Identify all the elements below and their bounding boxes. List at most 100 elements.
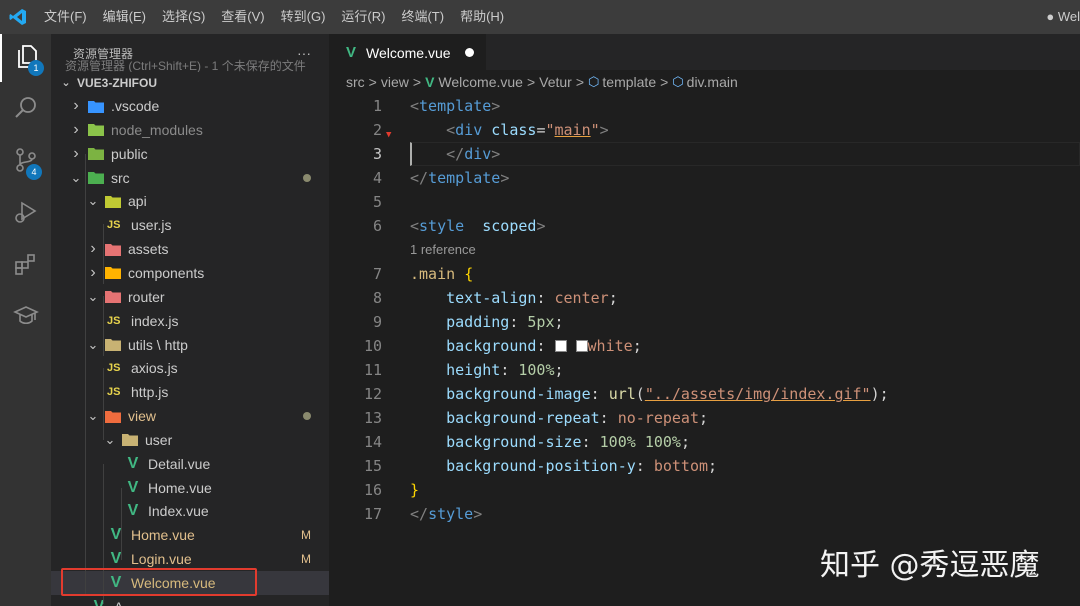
chevron-right-icon: > [660, 74, 669, 90]
git-status-badge: M [301, 528, 311, 543]
menu-item[interactable]: 文件(F) [36, 0, 95, 34]
components-folder-icon [104, 266, 122, 280]
tree-item-label: router [128, 288, 165, 305]
git-status-badge: M [301, 552, 311, 567]
remote-activity[interactable] [0, 294, 51, 342]
code-text: background-size: 100% 100%; [446, 433, 690, 451]
chevron-right-icon: > [526, 74, 536, 90]
tree-item-label: Home.vue [148, 479, 212, 496]
tree-folder[interactable]: › components [51, 261, 329, 285]
line-number: 2 [372, 121, 382, 139]
run-debug-activity[interactable] [0, 190, 51, 238]
tree-file[interactable]: V Index.vue [51, 499, 329, 523]
code-line: 5 [330, 190, 1080, 214]
code-text: background-position-y: bottom; [446, 457, 718, 475]
menu-item[interactable]: 帮助(H) [452, 0, 512, 34]
vue-file-icon: V [110, 550, 122, 568]
tree-folder[interactable]: ⌄ router [51, 285, 329, 309]
breadcrumb-src[interactable]: src [346, 74, 365, 90]
tree-folder[interactable]: ⌄ view [51, 404, 329, 428]
tree-file[interactable]: V Detail.vue [51, 452, 329, 476]
more-actions-button[interactable]: ··· [297, 34, 311, 72]
activity-bar: 1 4 [0, 34, 51, 606]
breadcrumb-file[interactable]: Welcome.vue [438, 74, 523, 90]
vscode-logo-icon [0, 0, 36, 34]
menu-item[interactable]: 选择(S) [154, 0, 213, 34]
js-file-icon: JS [107, 362, 121, 375]
breadcrumb-view[interactable]: view [381, 74, 409, 90]
root-folder[interactable]: ⌄ VUE3-ZHIFOU [51, 72, 329, 94]
chevron-down-icon: ⌄ [61, 77, 71, 89]
tree-folder[interactable]: › node_modules [51, 118, 329, 142]
chevron-down-icon: ⌄ [87, 288, 99, 304]
tree-folder[interactable]: › assets [51, 237, 329, 261]
indent-guide [85, 154, 86, 594]
tree-file[interactable]: V A... [51, 595, 329, 606]
unsaved-dot-icon[interactable] [464, 48, 474, 57]
menu-item[interactable]: 编辑(E) [95, 0, 154, 34]
tree-folder[interactable]: › .vscode [51, 94, 329, 118]
tree-file[interactable]: JS axios.js [51, 356, 329, 380]
tree-file[interactable]: V Home.vue [51, 476, 329, 500]
breadcrumb-template[interactable]: template [602, 74, 656, 90]
sidebar-header: 资源管理器 资源管理器 (Ctrl+Shift+E) - 1 个未保存的文件 ·… [51, 34, 329, 72]
public-folder-icon [87, 147, 105, 161]
tree-folder[interactable]: ⌄ api [51, 189, 329, 213]
code-line: 2 <div class="main"> [330, 118, 1080, 142]
explorer-activity[interactable]: 1 [0, 34, 51, 82]
tree-file[interactable]: JS index.js [51, 309, 329, 333]
tree-file[interactable]: JS user.js [51, 213, 329, 237]
line-number: 14 [363, 433, 382, 451]
menu-item[interactable]: 查看(V) [213, 0, 272, 34]
breadcrumb-div-main[interactable]: div.main [687, 74, 738, 90]
tab-welcome-vue[interactable]: V Welcome.vue [330, 34, 486, 70]
tree-item-label: Detail.vue [148, 455, 211, 472]
explorer-badge: 1 [28, 60, 44, 76]
tree-item-label: utils \ http [128, 336, 188, 353]
modified-dot-icon [303, 412, 311, 421]
indent-guide [103, 296, 104, 356]
explorer-tooltip: 资源管理器 (Ctrl+Shift+E) - 1 个未保存的文件 [65, 59, 306, 72]
user-folder-icon [121, 433, 139, 447]
source-control-activity[interactable]: 4 [0, 138, 51, 186]
breadcrumb-vetur[interactable]: Vetur [539, 74, 572, 90]
modified-dot-icon [303, 173, 311, 182]
extensions-activity[interactable] [0, 242, 51, 290]
assets-folder-icon [104, 242, 122, 256]
code-text: </style> [410, 505, 483, 523]
menu-item[interactable]: 终端(T) [393, 0, 452, 34]
tree-file[interactable]: JS http.js [51, 380, 329, 404]
code-text: <div class="main"> [446, 121, 609, 139]
code-text: height: 100%; [446, 361, 564, 379]
code-text: } [410, 481, 420, 499]
menu-item[interactable]: 转到(G) [273, 0, 334, 34]
chevron-right-icon: › [73, 144, 79, 162]
tree-item-label: index.js [131, 312, 179, 329]
tree-folder[interactable]: ⌄ user [51, 428, 329, 452]
line-number: 10 [363, 337, 382, 355]
extensions-icon [13, 251, 39, 282]
code-line: 4 </template> [330, 166, 1080, 190]
code-editor[interactable]: ▼ 1 <template> 2 <div class="main"> 3 </div… [330, 94, 1080, 606]
indent-guide [121, 488, 122, 560]
tree-folder[interactable]: ⌄ src [51, 166, 329, 190]
menu-item[interactable]: 运行(R) [333, 0, 393, 34]
menu-bar: 文件(F) 编辑(E) 选择(S) 查看(V) 转到(G) 运行(R) 终端(T) 帮助(H) [36, 0, 512, 34]
search-activity[interactable] [0, 86, 51, 134]
codelens-references[interactable]: 1 reference [410, 238, 476, 262]
tree-item-label: view [128, 408, 157, 425]
watermark: 知乎 @秀逗恶魔 [820, 548, 1040, 583]
chevron-right-icon: › [73, 120, 79, 138]
code-line: 17 </style> [330, 502, 1080, 526]
code-line: 9 padding: 5px; [330, 310, 1080, 334]
tree-folder[interactable]: ⌄ utils \ http [51, 333, 329, 357]
tree-folder[interactable]: › public [51, 142, 329, 166]
run-debug-icon [13, 199, 39, 230]
view-folder-icon [104, 409, 122, 423]
tree-item-label: A... [114, 599, 135, 606]
vue-file-icon: V [127, 502, 139, 520]
tree-file[interactable]: V Home.vue M [51, 523, 329, 547]
tab-bar: V Welcome.vue [330, 34, 1080, 70]
line-number: 17 [363, 505, 382, 523]
tree-item-label: Index.vue [148, 503, 209, 520]
